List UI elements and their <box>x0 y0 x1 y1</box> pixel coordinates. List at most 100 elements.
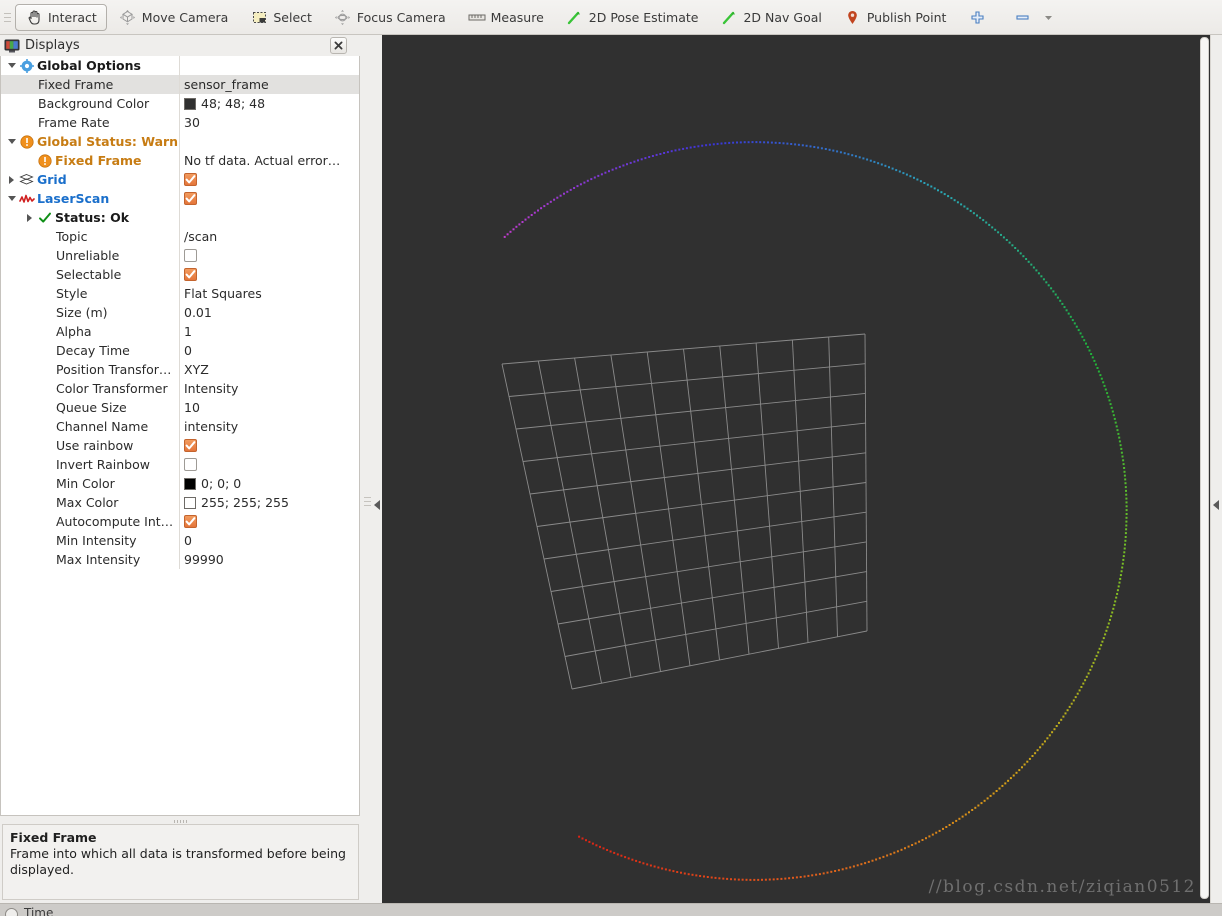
property-value-cell[interactable]: intensity <box>180 417 359 436</box>
property-value-cell[interactable]: No tf data. Actual error… <box>180 151 359 170</box>
property-row[interactable]: Color Transformer Intensity <box>1 379 359 398</box>
render-view-3d[interactable]: //blog.csdn.net/ziqian0512 <box>382 35 1210 903</box>
view-vertical-scrollbar[interactable] <box>1200 37 1209 899</box>
gear-icon <box>18 58 35 73</box>
property-row[interactable]: Channel Name intensity <box>1 417 359 436</box>
property-name-label: Global Options <box>37 58 141 73</box>
property-value-cell[interactable]: 1 <box>180 322 359 341</box>
property-row[interactable]: Global Status: Warn <box>1 132 359 151</box>
displays-property-tree[interactable]: Global Options Fixed Frame sensor_frame Bac… <box>0 56 360 816</box>
checkbox[interactable] <box>184 192 197 205</box>
property-value-cell[interactable]: 0; 0; 0 <box>180 474 359 493</box>
property-name-label: Topic <box>56 229 88 244</box>
chevron-right-icon[interactable] <box>23 213 36 222</box>
tool-2d-pose-estimate[interactable]: 2D Pose Estimate <box>556 4 709 31</box>
property-row[interactable]: Background Color 48; 48; 48 <box>1 94 359 113</box>
property-row[interactable]: Max Color 255; 255; 255 <box>1 493 359 512</box>
property-value-cell[interactable]: /scan <box>180 227 359 246</box>
chevron-down-icon[interactable] <box>5 139 18 144</box>
checkbox[interactable] <box>184 173 197 186</box>
property-row[interactable]: LaserScan <box>1 189 359 208</box>
property-row[interactable]: Decay Time 0 <box>1 341 359 360</box>
property-value-cell[interactable]: 0.01 <box>180 303 359 322</box>
chevron-down-icon[interactable] <box>5 63 18 68</box>
property-row[interactable]: Min Color 0; 0; 0 <box>1 474 359 493</box>
property-value-text: Flat Squares <box>184 286 262 301</box>
tool-remove-tool-button[interactable] <box>1008 4 1036 31</box>
property-row[interactable]: Position Transfor… XYZ <box>1 360 359 379</box>
tool-focus-camera[interactable]: Focus Camera <box>324 4 456 31</box>
property-row[interactable]: Global Options <box>1 56 359 75</box>
property-row[interactable]: Autocompute Int… <box>1 512 359 531</box>
property-value-cell[interactable]: 255; 255; 255 <box>180 493 359 512</box>
property-name-cell: Autocompute Int… <box>1 512 180 531</box>
property-value-cell[interactable] <box>180 189 359 208</box>
checkbox[interactable] <box>184 458 197 471</box>
tool-add-tool-button[interactable] <box>958 4 996 31</box>
property-row[interactable]: Grid <box>1 170 359 189</box>
tool-interact[interactable]: Interact <box>15 3 107 31</box>
property-value-cell[interactable]: 0 <box>180 531 359 550</box>
property-row[interactable]: Fixed Frame sensor_frame <box>1 75 359 94</box>
property-row[interactable]: Frame Rate 30 <box>1 113 359 132</box>
property-value-cell[interactable] <box>180 132 359 151</box>
property-row[interactable]: Invert Rainbow <box>1 455 359 474</box>
property-row[interactable]: Fixed Frame No tf data. Actual error… <box>1 151 359 170</box>
tool-2d-nav-goal[interactable]: 2D Nav Goal <box>710 4 831 31</box>
property-name-cell: Decay Time <box>1 341 180 360</box>
property-row[interactable]: Max Intensity 99990 <box>1 550 359 569</box>
property-row[interactable]: Style Flat Squares <box>1 284 359 303</box>
tool-publish-point[interactable]: Publish Point <box>834 4 957 31</box>
tool-move-camera[interactable]: Move Camera <box>109 4 239 31</box>
property-value-cell[interactable]: sensor_frame <box>180 75 359 94</box>
property-value-cell[interactable] <box>180 512 359 531</box>
tool-overflow-menu-button[interactable] <box>1038 4 1058 31</box>
property-row[interactable]: Queue Size 10 <box>1 398 359 417</box>
property-value-cell[interactable] <box>180 208 359 227</box>
collapse-right-arrow-icon[interactable] <box>1213 500 1219 510</box>
tool-measure[interactable]: Measure <box>458 4 554 31</box>
property-row[interactable]: Selectable <box>1 265 359 284</box>
property-name-cell: Min Intensity <box>1 531 180 550</box>
collapse-left-arrow-icon[interactable] <box>374 500 380 510</box>
color-swatch[interactable] <box>184 97 196 110</box>
property-value-cell[interactable] <box>180 56 359 75</box>
chevron-down-icon[interactable] <box>5 196 18 201</box>
property-row[interactable]: Alpha 1 <box>1 322 359 341</box>
checkbox[interactable] <box>184 249 197 262</box>
description-body: Frame into which all data is transformed… <box>10 846 346 877</box>
property-value-cell[interactable]: XYZ <box>180 360 359 379</box>
property-value-cell[interactable]: 99990 <box>180 550 359 569</box>
property-name-cell: Unreliable <box>1 246 180 265</box>
property-row[interactable]: Topic/scan <box>1 227 359 246</box>
property-value-cell[interactable] <box>180 455 359 474</box>
tool-select[interactable]: Select <box>240 4 322 31</box>
property-value-cell[interactable] <box>180 246 359 265</box>
toolbar-drag-handle[interactable] <box>3 6 12 28</box>
chevron-right-icon[interactable] <box>5 175 18 184</box>
property-value-cell[interactable]: 48; 48; 48 <box>180 94 359 113</box>
property-value-cell[interactable]: 0 <box>180 341 359 360</box>
property-name-label: Background Color <box>38 96 150 111</box>
property-value-text: 99990 <box>184 552 224 567</box>
property-value-cell[interactable] <box>180 436 359 455</box>
property-row[interactable]: Size (m) 0.01 <box>1 303 359 322</box>
color-swatch[interactable] <box>184 496 196 509</box>
property-value-cell[interactable] <box>180 170 359 189</box>
panel-vertical-splitter[interactable] <box>360 35 382 903</box>
property-row[interactable]: Use rainbow <box>1 436 359 455</box>
property-value-cell[interactable]: Intensity <box>180 379 359 398</box>
property-row[interactable]: Min Intensity 0 <box>1 531 359 550</box>
minus-icon <box>1013 8 1031 26</box>
checkbox[interactable] <box>184 515 197 528</box>
property-value-cell[interactable] <box>180 265 359 284</box>
close-icon[interactable] <box>330 37 347 54</box>
property-value-cell[interactable]: 30 <box>180 113 359 132</box>
checkbox[interactable] <box>184 439 197 452</box>
checkbox[interactable] <box>184 268 197 281</box>
property-row[interactable]: Status: Ok <box>1 208 359 227</box>
color-swatch[interactable] <box>184 477 196 490</box>
property-value-cell[interactable]: 10 <box>180 398 359 417</box>
property-row[interactable]: Unreliable <box>1 246 359 265</box>
property-value-cell[interactable]: Flat Squares <box>180 284 359 303</box>
